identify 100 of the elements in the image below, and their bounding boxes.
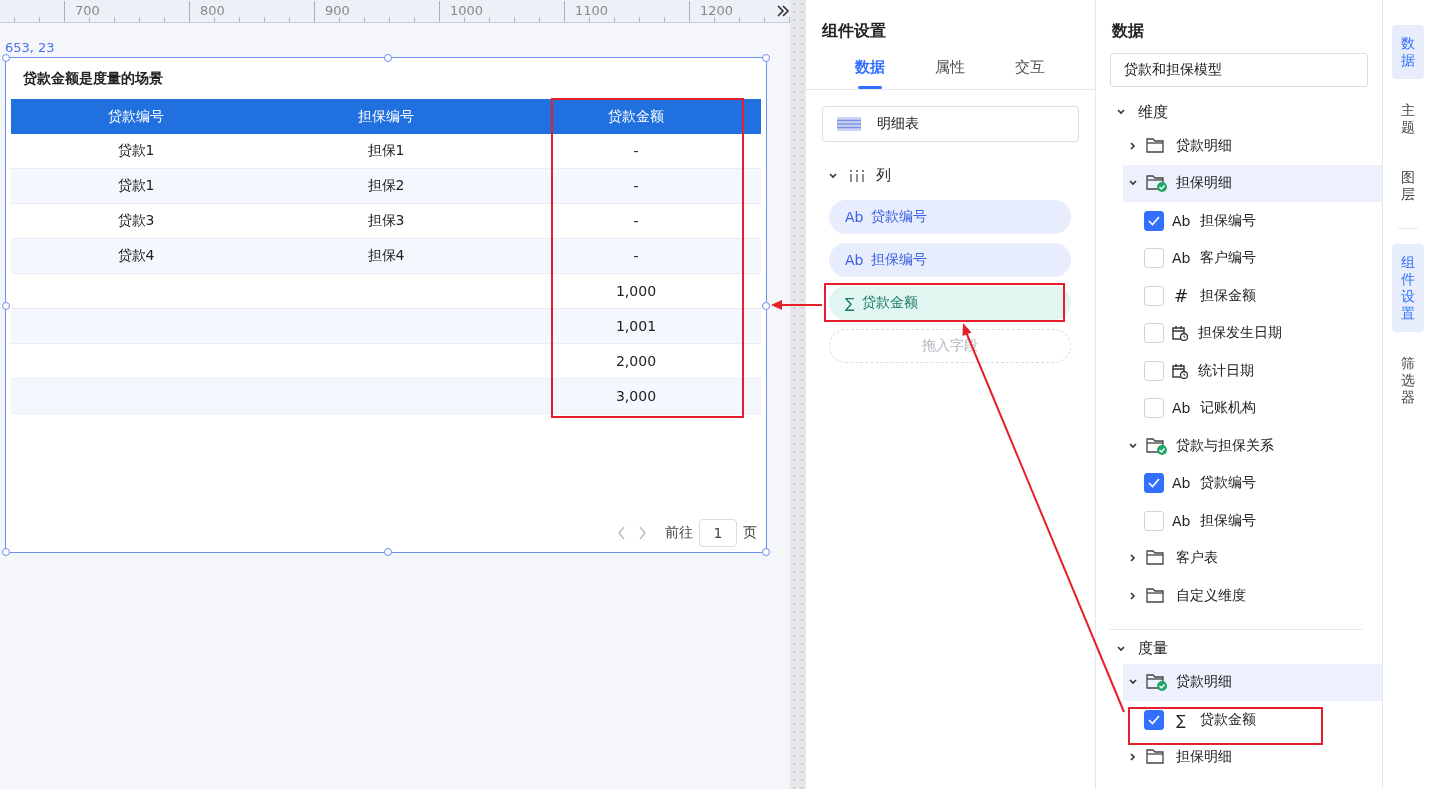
field-type-glyph: Ab (1172, 400, 1190, 417)
chevron-down-icon[interactable] (1128, 678, 1138, 687)
column-header: 贷款编号 (107, 107, 165, 126)
table-cell-text: 贷款1 (116, 142, 156, 160)
chevron-down-icon[interactable] (1128, 179, 1138, 188)
resize-handle[interactable] (762, 548, 770, 556)
goto-label: 前往 (665, 524, 693, 542)
field-pill[interactable]: Ab 贷款编号 (829, 200, 1071, 234)
column-header: 贷款金额 (607, 107, 665, 126)
calendar-clock-icon (1172, 362, 1188, 379)
chevron-down-icon[interactable] (1116, 108, 1126, 116)
chevron-left-icon[interactable] (617, 526, 627, 540)
chevron-down-icon[interactable] (1129, 752, 1137, 763)
folder-item[interactable]: 担保明细 (1123, 738, 1382, 776)
ruler-label: 800 (189, 1, 314, 21)
panel-title: 组件设置 (821, 20, 887, 42)
field-pill[interactable]: ∑ 贷款金额 (829, 286, 1071, 320)
field-type-glyph: # (1172, 285, 1190, 306)
ruler-label: 1100 (564, 1, 689, 21)
table-cell-text: 2,000 (614, 353, 658, 369)
card-title: 贷款金额是度量的场景 (22, 69, 164, 88)
field-label[interactable]: 贷款金额 (1200, 710, 1256, 729)
side-tab[interactable]: 数据 (1391, 25, 1424, 79)
double-chevron-icon[interactable] (776, 5, 790, 17)
field-label[interactable]: 担保金额 (1200, 286, 1256, 305)
table-cell-text: 贷款4 (116, 247, 156, 265)
chevron-down-icon[interactable] (1129, 590, 1137, 601)
check-icon (1147, 477, 1161, 490)
table-cell-text: - (632, 178, 640, 194)
field-label[interactable]: 客户编号 (1200, 249, 1256, 268)
table-cell-text: 担保4 (366, 247, 406, 265)
side-tab[interactable]: 筛选器 (1391, 345, 1424, 416)
page-field[interactable]: 1 (699, 519, 737, 547)
table-cell-text: 1,000 (614, 283, 658, 299)
field-pill[interactable]: Ab 担保编号 (829, 243, 1071, 277)
side-tab[interactable]: 图层 (1391, 159, 1424, 213)
model-selector[interactable]: 贷款和担保模型 (1110, 53, 1368, 87)
tab[interactable]: 交互 (990, 48, 1070, 89)
field-type-glyph: Ab (1172, 250, 1190, 267)
field-label[interactable]: 担保发生日期 (1198, 324, 1282, 343)
tab[interactable]: 数据 (830, 48, 910, 89)
field-type-glyph: Ab (1172, 212, 1190, 229)
chevron-down-icon[interactable] (1129, 553, 1137, 564)
chevron-down-icon[interactable] (1128, 441, 1138, 450)
field-label[interactable]: 统计日期 (1198, 361, 1254, 380)
table-cell-text: 3,000 (614, 388, 658, 404)
folder-item[interactable]: 自定义维度 (1123, 577, 1382, 615)
checkbox[interactable] (1144, 709, 1164, 730)
annotation-arrow (771, 300, 823, 310)
section-label: 度量 (1138, 639, 1168, 658)
table-cell-text: 担保3 (366, 212, 406, 230)
resize-handle[interactable] (2, 54, 10, 62)
check-icon (1147, 214, 1161, 227)
position-label: 653, 23 (5, 39, 56, 57)
field-label[interactable]: 担保编号 (1200, 211, 1256, 230)
resize-handle[interactable] (384, 548, 392, 556)
page-suffix: 页 (743, 524, 757, 542)
chart-type-selector[interactable]: 明细表 (822, 106, 1079, 142)
chevron-down-icon[interactable] (828, 171, 838, 180)
field-type-glyph: Ab (1172, 475, 1190, 492)
field-label[interactable]: 担保编号 (1200, 511, 1256, 530)
section-label: 维度 (1138, 102, 1168, 122)
folder-item[interactable]: 贷款与担保关系 (1123, 427, 1382, 465)
folder-item[interactable]: 担保明细 (1123, 164, 1382, 202)
tab[interactable]: 属性 (910, 48, 990, 89)
folder-item[interactable]: 贷款明细 (1123, 663, 1382, 701)
side-tab[interactable]: 主题 (1391, 92, 1424, 146)
check-icon (1147, 713, 1161, 726)
field-type-glyph: ∑ (1175, 711, 1187, 728)
folder-item[interactable]: 贷款明细 (1123, 127, 1382, 165)
chevron-down-icon[interactable] (1116, 644, 1126, 653)
resize-handle[interactable] (2, 548, 10, 556)
scrollbar[interactable] (790, 0, 806, 789)
ruler-label: 700 (64, 1, 189, 21)
chevron-down-icon[interactable] (1129, 140, 1137, 151)
table-cell-text: 贷款1 (116, 177, 156, 195)
resize-handle[interactable] (2, 302, 10, 310)
resize-handle[interactable] (762, 54, 770, 62)
resize-handle[interactable] (762, 302, 770, 310)
field-type-glyph: Ab (1172, 512, 1190, 529)
table-icon (837, 117, 861, 131)
side-tab[interactable]: 组件设置 (1391, 244, 1424, 332)
chevron-right-icon[interactable] (637, 526, 647, 540)
ruler-label: 1000 (439, 1, 564, 21)
table-cell-text: 贷款3 (116, 212, 156, 230)
panel-title: 数据 (1111, 20, 1145, 42)
table-cell-text: 担保1 (366, 142, 406, 160)
checkbox[interactable] (1144, 473, 1164, 494)
ruler-label: 900 (314, 1, 439, 21)
table-cell-text: - (632, 248, 640, 264)
table-card[interactable]: 贷款金额是度量的场景 贷款编号 担保编号 贷款金额 贷款1 担保1 - 贷款1 担保2 - 贷款3 担保3 - 贷款4 担保4 - 1,000 1,001 2,000 3,000 前往 1 页 (5, 57, 767, 553)
resize-handle[interactable] (384, 54, 392, 62)
checkbox[interactable] (1144, 210, 1164, 231)
column-header: 担保编号 (357, 107, 415, 126)
field-label[interactable]: 贷款编号 (1200, 474, 1256, 493)
folder-item[interactable]: 客户表 (1123, 539, 1382, 577)
field-label[interactable]: 记账机构 (1200, 399, 1256, 418)
table-cell-text: - (632, 143, 640, 159)
table-cell-text: 1,001 (614, 318, 658, 334)
section-label: 列 (876, 166, 891, 185)
